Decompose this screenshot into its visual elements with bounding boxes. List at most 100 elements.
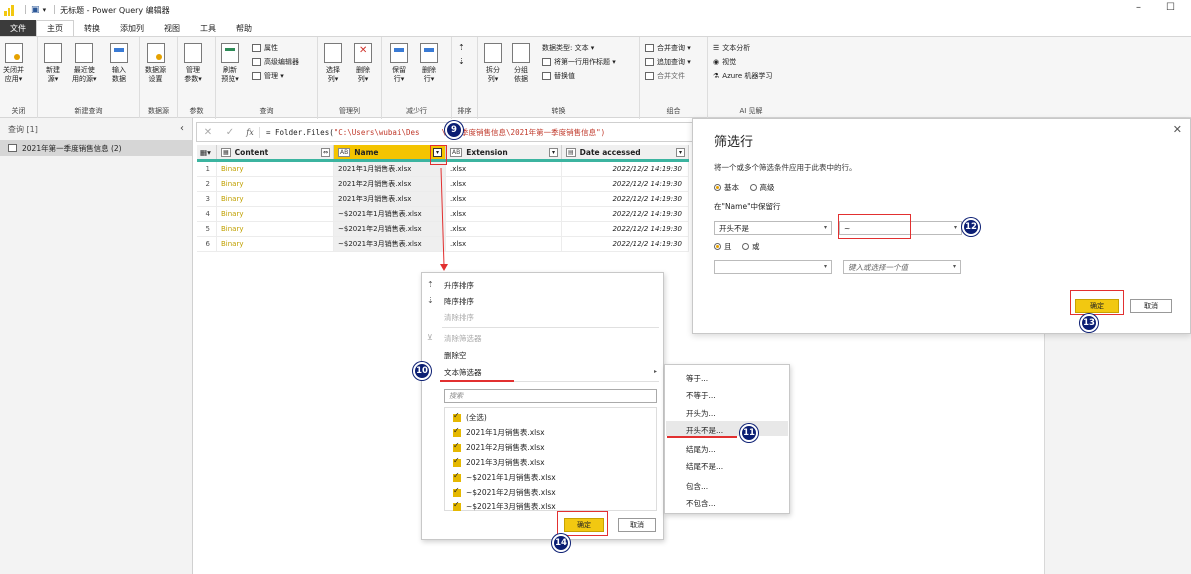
date-cell[interactable]: 2022/12/2 14:19:30 (562, 162, 689, 176)
menu-sort-desc[interactable]: 降序排序 (444, 296, 474, 307)
table-row[interactable]: 3 Binary 2021年3月销售表.xlsx .xlsx 2022/12/2 14:… (197, 192, 689, 207)
row-number[interactable]: 4 (197, 207, 217, 221)
date-cell[interactable]: 2022/12/2 14:19:30 (562, 192, 689, 206)
tab-add-column[interactable]: 添加列 (110, 20, 154, 36)
value-input-2[interactable]: 键入或选择一个值 ▾ (843, 260, 961, 274)
submenu-ends-with[interactable]: 结尾为... (686, 444, 716, 455)
submenu-not-contains[interactable]: 不包含... (686, 498, 716, 509)
tab-help[interactable]: 帮助 (226, 20, 262, 36)
extension-cell[interactable]: .xlsx (446, 222, 562, 236)
enter-data-button[interactable]: 输入 数据 (110, 43, 128, 84)
keep-rows-button[interactable]: 保留 行▾ (390, 43, 408, 84)
formula-commit-icon[interactable]: ✓ (219, 127, 241, 138)
recent-sources-button[interactable]: 最近使 用的源▾ (72, 43, 97, 84)
tab-view[interactable]: 视图 (154, 20, 190, 36)
menu-clear-filter[interactable]: 清除筛选器 (444, 333, 482, 344)
menu-cancel-button[interactable]: 取消 (618, 518, 656, 532)
content-cell[interactable]: Binary (217, 162, 334, 176)
tab-transform[interactable]: 转换 (74, 20, 110, 36)
table-menu-icon[interactable]: ▦▾ (197, 145, 217, 159)
refresh-preview-button[interactable]: 刷新 预览▾ (221, 43, 239, 84)
radio-or[interactable]: 或 (742, 241, 760, 252)
name-cell[interactable]: 2021年2月销售表.xlsx (334, 177, 446, 191)
row-number[interactable]: 2 (197, 177, 217, 191)
tab-file[interactable]: 文件 (0, 20, 36, 36)
merge-queries-button[interactable]: 合并查询 ▾ (645, 43, 691, 53)
azure-ml-button[interactable]: ⚗ Azure 机器学习 (713, 71, 772, 81)
sort-asc-icon[interactable]: ⇡ (458, 43, 465, 52)
formula-cancel-icon[interactable]: ✕ (197, 127, 219, 138)
combine-files-button[interactable]: 合并文件 (645, 71, 685, 81)
menu-sort-asc[interactable]: 升序排序 (444, 280, 474, 291)
checkbox-item[interactable]: ~$2021年2月销售表.xlsx (453, 486, 556, 498)
table-row[interactable]: 5 Binary ~$2021年2月销售表.xlsx .xlsx 2022/12/2 1… (197, 222, 689, 237)
checkbox-item[interactable]: 2021年3月销售表.xlsx (453, 456, 545, 468)
data-source-settings-button[interactable]: 数据源 设置 (145, 43, 166, 84)
choose-columns-button[interactable]: 选择 列▾ (324, 43, 342, 84)
submenu-not-begins-with[interactable]: 开头不是... (686, 425, 723, 436)
close-apply-button[interactable]: 关闭并 应用▾ (3, 43, 24, 84)
checkbox-item[interactable]: ~$2021年1月销售表.xlsx (453, 471, 556, 483)
properties-button[interactable]: 属性 (252, 43, 278, 53)
close-icon[interactable]: ✕ (1173, 123, 1182, 136)
submenu-equals[interactable]: 等于... (686, 373, 708, 384)
extension-cell[interactable]: .xlsx (446, 192, 562, 206)
data-type-dropdown[interactable]: 数据类型: 文本 ▾ (542, 43, 594, 53)
checkbox-select-all[interactable]: (全选) (453, 411, 487, 423)
submenu-begins-with[interactable]: 开头为... (686, 408, 716, 419)
content-cell[interactable]: Binary (217, 177, 334, 191)
menu-remove-empty[interactable]: 删除空 (444, 350, 467, 361)
collapse-icon[interactable]: ‹ (180, 123, 184, 134)
save-icon[interactable]: ▣ (31, 5, 40, 15)
text-analytics-button[interactable]: ☰ 文本分析 (713, 43, 750, 53)
checkbox-item[interactable]: 2021年1月销售表.xlsx (453, 426, 545, 438)
name-cell[interactable]: 2021年3月销售表.xlsx (334, 192, 446, 206)
radio-basic[interactable]: 基本 (714, 182, 739, 193)
radio-advanced[interactable]: 高级 (749, 182, 775, 193)
minimize-button[interactable]: – (1136, 2, 1141, 13)
split-column-button[interactable]: 拆分 列▾ (484, 43, 502, 84)
extension-cell[interactable]: .xlsx (446, 177, 562, 191)
checkbox-item[interactable]: 2021年2月销售表.xlsx (453, 441, 545, 453)
replace-values-button[interactable]: 替换值 (542, 71, 575, 81)
operator-select-2[interactable]: ▾ (714, 260, 832, 274)
checkbox-item[interactable]: ~$2021年3月销售表.xlsx (453, 500, 556, 512)
advanced-editor-button[interactable]: 高级编辑器 (252, 57, 299, 67)
name-cell[interactable]: ~$2021年2月销售表.xlsx (334, 222, 446, 236)
content-cell[interactable]: Binary (217, 222, 334, 236)
submenu-contains[interactable]: 包含... (686, 481, 708, 492)
content-cell[interactable]: Binary (217, 207, 334, 221)
maximize-button[interactable]: ☐ (1166, 2, 1175, 13)
tab-home[interactable]: 主页 (36, 20, 74, 36)
vision-button[interactable]: ◉ 视觉 (713, 57, 736, 67)
group-by-button[interactable]: 分组 依据 (512, 43, 530, 84)
manage-button[interactable]: 管理 ▾ (252, 71, 284, 81)
date-cell[interactable]: 2022/12/2 14:19:30 (562, 177, 689, 191)
formula-input[interactable]: = Folder.Files("C:\Users\wubai\Des \第一季度销… (259, 126, 605, 138)
row-number[interactable]: 6 (197, 237, 217, 251)
expand-icon[interactable]: ⇔ (321, 148, 330, 157)
dialog-cancel-button[interactable]: 取消 (1130, 299, 1172, 313)
extension-cell[interactable]: .xlsx (446, 162, 562, 176)
submenu-not-equals[interactable]: 不等于... (686, 390, 716, 401)
filter-dropdown-icon[interactable]: ▾ (676, 148, 685, 157)
menu-text-filters[interactable]: 文本筛选器 (444, 367, 482, 378)
use-first-row-headers-button[interactable]: 将第一行用作标题 ▾ (542, 57, 616, 67)
tab-tools[interactable]: 工具 (190, 20, 226, 36)
extension-cell[interactable]: .xlsx (446, 237, 562, 251)
column-header-content[interactable]: ▦ Content ⇔ (217, 145, 334, 159)
table-row[interactable]: 6 Binary ~$2021年3月销售表.xlsx .xlsx 2022/12/2 1… (197, 237, 689, 252)
date-cell[interactable]: 2022/12/2 14:19:30 (562, 222, 689, 236)
query-item[interactable]: 2021年第一季度销售信息 (2) (0, 140, 192, 156)
row-number[interactable]: 3 (197, 192, 217, 206)
table-row[interactable]: 2 Binary 2021年2月销售表.xlsx .xlsx 2022/12/2 14:… (197, 177, 689, 192)
name-cell[interactable]: ~$2021年3月销售表.xlsx (334, 237, 446, 251)
filter-dropdown-icon[interactable]: ▾ (549, 148, 558, 157)
submenu-not-ends-with[interactable]: 结尾不是... (686, 461, 723, 472)
qat-dropdown-icon[interactable]: ▾ (43, 6, 47, 14)
extension-cell[interactable]: .xlsx (446, 207, 562, 221)
radio-and[interactable]: 且 (714, 241, 732, 252)
name-cell[interactable]: ~$2021年1月销售表.xlsx (334, 207, 446, 221)
column-header-date-accessed[interactable]: ▤ Date accessed ▾ (562, 145, 689, 159)
menu-search-input[interactable]: 搜索 (444, 389, 657, 403)
